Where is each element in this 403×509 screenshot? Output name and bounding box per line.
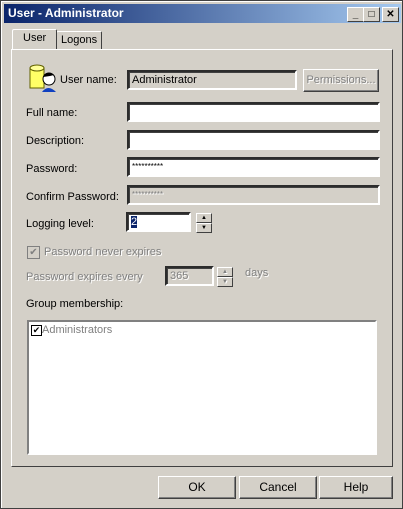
group-membership-label: Group membership:: [26, 298, 124, 310]
minimize-button[interactable]: _: [347, 7, 364, 22]
tab-user[interactable]: User: [12, 29, 58, 49]
expires-every-input: 365: [165, 266, 214, 286]
title-bar[interactable]: User - Administrator _ □ ✕: [4, 4, 401, 23]
logging-level-input[interactable]: 2: [126, 212, 191, 232]
list-item[interactable]: ✔ Administrators: [31, 324, 112, 336]
logging-level-spinner[interactable]: ▲ ▼: [196, 213, 212, 233]
maximize-button[interactable]: □: [363, 7, 380, 22]
logging-level-value: 2: [131, 216, 138, 228]
cancel-button[interactable]: Cancel: [239, 476, 317, 499]
logging-level-label: Logging level:: [26, 218, 94, 230]
expires-every-spinner: ▲ ▼: [217, 267, 233, 287]
spin-down-icon[interactable]: ▼: [196, 223, 212, 233]
expires-every-label: Password expires every: [26, 271, 143, 283]
group-name: Administrators: [42, 324, 113, 336]
days-label: days: [245, 267, 269, 279]
password-input[interactable]: **********: [127, 157, 380, 177]
never-expires-label: Password never expires: [44, 246, 162, 258]
confirm-password-input: **********: [127, 185, 380, 205]
spin-up-icon: ▲: [217, 267, 233, 277]
description-label: Description:: [26, 135, 85, 147]
help-button[interactable]: Help: [319, 476, 393, 499]
full-name-label: Full name:: [26, 107, 78, 119]
spin-up-icon[interactable]: ▲: [196, 213, 212, 223]
window-title: User - Administrator: [8, 6, 124, 20]
user-name-field: Administrator: [127, 70, 297, 90]
description-input[interactable]: [127, 130, 380, 150]
never-expires-checkbox[interactable]: ✔: [27, 246, 40, 259]
password-label: Password:: [26, 163, 78, 175]
group-checkbox[interactable]: ✔: [31, 324, 42, 336]
spin-down-icon: ▼: [217, 277, 233, 287]
tab-panel-user: User name: Administrator Permissions... …: [11, 49, 393, 467]
user-dialog: User - Administrator _ □ ✕ User Logons U…: [0, 0, 403, 509]
close-button[interactable]: ✕: [382, 7, 399, 22]
permissions-button[interactable]: Permissions...: [303, 69, 379, 92]
user-icon: [28, 62, 58, 95]
user-name-label: User name:: [60, 74, 117, 86]
group-list[interactable]: ✔ Administrators: [27, 320, 377, 455]
confirm-password-label: Confirm Password:: [26, 191, 119, 203]
full-name-input[interactable]: [127, 102, 380, 122]
ok-button[interactable]: OK: [158, 476, 236, 499]
tab-logons[interactable]: Logons: [56, 31, 103, 50]
